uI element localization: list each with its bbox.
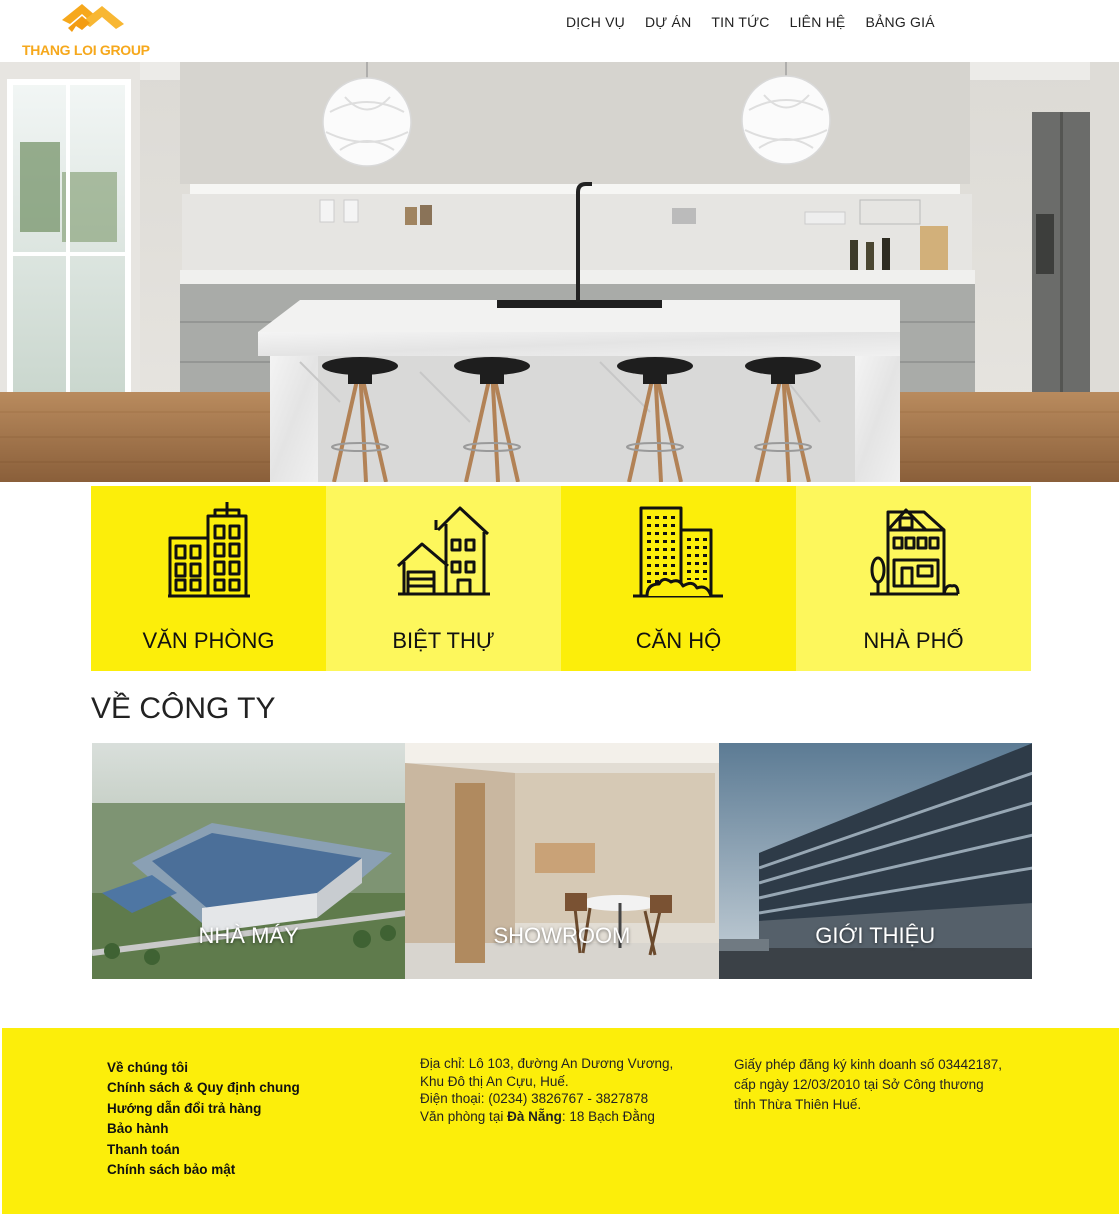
footer-license-line2: cấp ngày 12/03/2010 tại Sở Công thương [734,1077,984,1092]
office-building-icon [91,500,326,600]
category-can-ho[interactable]: CĂN HỘ [561,486,796,671]
footer-office-suffix: : 18 Bạch Đằng [561,1108,655,1124]
footer-contact: Địa chỉ: Lô 103, đường An Dương Vương, K… [420,1055,720,1125]
site-footer: Về chúng tôi Chính sách & Quy định chung… [2,1028,1119,1214]
footer-license-line1: Giấy phép đăng ký kinh doanh số 03442187… [734,1057,1002,1072]
service-categories: VĂN PHÒNG BIỆT THỰ CĂN HỘ NHÀ PHỐ [91,486,1031,671]
apartment-icon [561,500,796,600]
footer-office-prefix: Văn phòng tại [420,1108,508,1124]
tile-showroom[interactable]: SHOWROOM [405,743,719,979]
footer-office: Văn phòng tại Đà Nẵng: 18 Bạch Đằng [420,1108,720,1126]
category-van-phong[interactable]: VĂN PHÒNG [91,486,326,671]
logo-text: THANG LOI GROUP [22,42,150,58]
nav-du-an[interactable]: DỰ ÁN [645,14,691,30]
nav-lien-he[interactable]: LIÊN HỆ [790,14,846,30]
footer-link-chinh-sach[interactable]: Chính sách & Quy định chung [107,1078,300,1098]
footer-link-doi-tra[interactable]: Hướng dẫn đổi trả hàng [107,1099,300,1119]
about-section-title: VỀ CÔNG TY [91,692,276,725]
about-tiles: NHÀ MÁY SHOWROOM GIỚI THIỆU [92,743,1032,979]
footer-link-bao-mat[interactable]: Chính sách bảo mật [107,1160,300,1180]
category-nha-pho[interactable]: NHÀ PHỐ [796,486,1031,671]
nav-bang-gia[interactable]: BẢNG GIÁ [865,14,934,30]
footer-link-thanh-toan[interactable]: Thanh toán [107,1140,300,1160]
nav-dich-vu[interactable]: DỊCH VỤ [566,14,625,30]
footer-office-city: Đà Nẵng [507,1108,562,1124]
tile-gioi-thieu[interactable]: GIỚI THIỆU [718,743,1032,979]
tile-nha-may[interactable]: NHÀ MÁY [92,743,406,979]
villa-icon [326,500,561,600]
category-label: CĂN HỘ [635,628,722,653]
tile-label: NHÀ MÁY [198,923,299,948]
category-biet-thu[interactable]: BIỆT THỰ [326,486,561,671]
footer-link-bao-hanh[interactable]: Bảo hành [107,1119,300,1139]
logo-mark-icon [62,4,124,32]
tile-label: SHOWROOM [493,923,631,948]
townhouse-icon [796,500,1031,600]
footer-address-line1: Địa chỉ: Lô 103, đường An Dương Vương, [420,1056,674,1071]
footer-phone: Điện thoại: (0234) 3826767 - 3827878 [420,1091,649,1106]
logo[interactable]: THANG LOI GROUP [22,2,172,60]
tile-label: GIỚI THIỆU [815,923,936,948]
nav-tin-tuc[interactable]: TIN TỨC [711,14,769,30]
footer-address-line2: Khu Đô thị An Cựu, Huế. [420,1073,569,1089]
footer-links: Về chúng tôi Chính sách & Quy định chung… [107,1058,300,1180]
category-label: VĂN PHÒNG [142,628,275,653]
hero-kitchen-image [0,62,1119,482]
category-label: BIỆT THỰ [392,628,495,653]
site-header: THANG LOI GROUP DỊCH VỤ DỰ ÁN TIN TỨC LI… [0,0,1119,62]
category-label: NHÀ PHỐ [863,628,964,653]
main-nav: DỊCH VỤ DỰ ÁN TIN TỨC LIÊN HỆ BẢNG GIÁ [566,14,955,30]
footer-license-line3: tỉnh Thừa Thiên Huế. [734,1097,862,1112]
footer-link-ve-chung-toi[interactable]: Về chúng tôi [107,1058,300,1078]
footer-license: Giấy phép đăng ký kinh doanh số 03442187… [734,1055,1034,1115]
